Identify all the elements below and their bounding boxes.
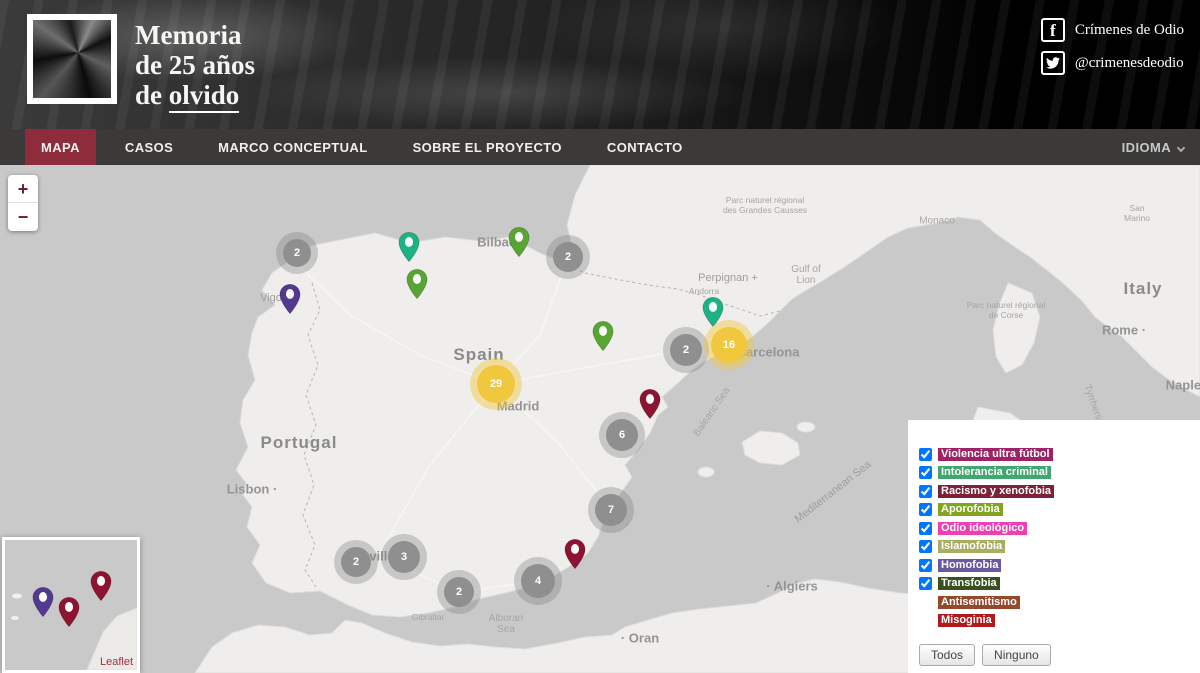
legend-label: Racismo y xenofobia <box>938 485 1054 498</box>
twitter-label: @crimenesdeodio <box>1075 55 1184 72</box>
twitter-icon <box>1041 51 1065 75</box>
map-cluster-29[interactable]: 29 <box>477 365 515 403</box>
legend-row: Violencia ultra fútbol <box>919 447 1190 461</box>
legend-row: Intolerancia criminal <box>919 466 1190 480</box>
map-cluster-2[interactable]: 2 <box>283 239 311 267</box>
map-container[interactable]: Parc naturel régional des Grandes Causse… <box>0 165 1200 673</box>
map-pin-maroon[interactable] <box>639 388 661 420</box>
site-logo[interactable] <box>27 14 117 104</box>
legend-row: Antisemitismo <box>919 595 1190 609</box>
inset-map[interactable]: Leaflet <box>2 537 140 673</box>
map-pin-maroon[interactable] <box>564 538 586 570</box>
map-pin-teal[interactable] <box>398 231 420 263</box>
legend-row: Transfobia <box>919 577 1190 591</box>
legend-label: Antisemitismo <box>938 596 1020 609</box>
ninguno-button[interactable]: Ninguno <box>982 644 1051 666</box>
legend-checkbox-violencia-ultra-fútbol[interactable] <box>919 448 932 461</box>
nav-item-contacto[interactable]: CONTACTO <box>591 129 699 165</box>
facebook-link[interactable]: f Crímenes de Odio <box>1041 18 1184 42</box>
zoom-out-button[interactable]: − <box>8 203 38 231</box>
nav-item-casos[interactable]: CASOS <box>109 129 189 165</box>
inset-pin-maroon[interactable] <box>58 596 80 628</box>
map-cluster-2[interactable]: 2 <box>341 547 371 577</box>
title-underlined-word: olvido <box>169 80 240 113</box>
legend-row: Odio ideológico <box>919 521 1190 535</box>
legend-row: Islamofobia <box>919 540 1190 554</box>
title-line-1: Memoria <box>135 20 255 50</box>
language-label: IDIOMA <box>1122 140 1171 155</box>
legend-checkbox-transfobia[interactable] <box>919 577 932 590</box>
main-nav: MAPA CASOS MARCO CONCEPTUAL SOBRE EL PROYEC… <box>0 129 1200 165</box>
map-cluster-2[interactable]: 2 <box>444 577 474 607</box>
map-pin-teal[interactable] <box>702 296 724 328</box>
legend-row: Homofobia <box>919 558 1190 572</box>
map-pin-purple[interactable] <box>279 283 301 315</box>
nav-items: MAPA CASOS MARCO CONCEPTUAL SOBRE EL PROYEC… <box>25 129 712 165</box>
legend-checkbox-islamofobia[interactable] <box>919 540 932 553</box>
site-title: Memoria de 25 años de olvido <box>135 20 255 111</box>
site-header: Memoria de 25 años de olvido f Crímenes … <box>0 0 1200 129</box>
legend-label: Transfobia <box>938 577 1000 590</box>
map-cluster-7[interactable]: 7 <box>595 494 627 526</box>
legend-label: Odio ideológico <box>938 522 1027 535</box>
legend-row: Misoginia <box>919 614 1190 628</box>
map-cluster-16[interactable]: 16 <box>711 327 747 363</box>
inset-pin-maroon[interactable] <box>90 570 112 602</box>
social-links: f Crímenes de Odio @crimenesdeodio <box>1041 18 1184 75</box>
legend-label: Homofobia <box>938 559 1001 572</box>
page: Memoria de 25 años de olvido f Crímenes … <box>0 0 1200 673</box>
title-line-2: de 25 años <box>135 50 255 80</box>
legend-items: Violencia ultra fútbol Intolerancia crimi… <box>919 447 1190 628</box>
legend-label: Islamofobia <box>938 540 1005 553</box>
map-cluster-6[interactable]: 6 <box>606 419 638 451</box>
legend-row: Racismo y xenofobia <box>919 484 1190 498</box>
map-cluster-2[interactable]: 2 <box>670 334 702 366</box>
legend-label: Aporofobia <box>938 503 1003 516</box>
todos-button[interactable]: Todos <box>919 644 975 666</box>
legend-buttons: Todos Ninguno <box>919 644 1190 666</box>
map-cluster-3[interactable]: 3 <box>388 541 420 573</box>
legend-checkbox-aporofobia[interactable] <box>919 503 932 516</box>
map-pin-green[interactable] <box>508 226 530 258</box>
map-zoom-control: + − <box>8 175 38 231</box>
nav-item-marco-conceptual[interactable]: MARCO CONCEPTUAL <box>202 129 383 165</box>
title-line-3: de olvido <box>135 80 255 110</box>
legend-label: Violencia ultra fútbol <box>938 448 1053 461</box>
legend-label: Misoginia <box>938 614 995 627</box>
nav-item-sobre-el-proyecto[interactable]: SOBRE EL PROYECTO <box>397 129 578 165</box>
facebook-label: Crímenes de Odio <box>1075 22 1184 39</box>
leaflet-attribution[interactable]: Leaflet <box>100 656 133 668</box>
inset-pin-purple[interactable] <box>32 586 54 618</box>
map-pin-green[interactable] <box>592 320 614 352</box>
legend-checkbox-racismo-y-xenofobia[interactable] <box>919 485 932 498</box>
zoom-in-button[interactable]: + <box>8 175 38 203</box>
facebook-icon: f <box>1041 18 1065 42</box>
map-pin-green[interactable] <box>406 268 428 300</box>
legend-checkbox-odio-ideológico[interactable] <box>919 522 932 535</box>
legend-row: Aporofobia <box>919 503 1190 517</box>
legend-checkbox-intolerancia-criminal[interactable] <box>919 466 932 479</box>
chevron-down-icon <box>1177 144 1185 152</box>
legend-label: Intolerancia criminal <box>938 466 1051 479</box>
map-cluster-4[interactable]: 4 <box>521 564 555 598</box>
legend-checkbox-homofobia[interactable] <box>919 559 932 572</box>
nav-item-mapa[interactable]: MAPA <box>25 129 96 165</box>
legend-panel: Violencia ultra fútbol Intolerancia crimi… <box>908 420 1200 673</box>
map-cluster-2[interactable]: 2 <box>553 242 583 272</box>
twitter-link[interactable]: @crimenesdeodio <box>1041 51 1184 75</box>
language-menu[interactable]: IDIOMA <box>1122 129 1184 165</box>
